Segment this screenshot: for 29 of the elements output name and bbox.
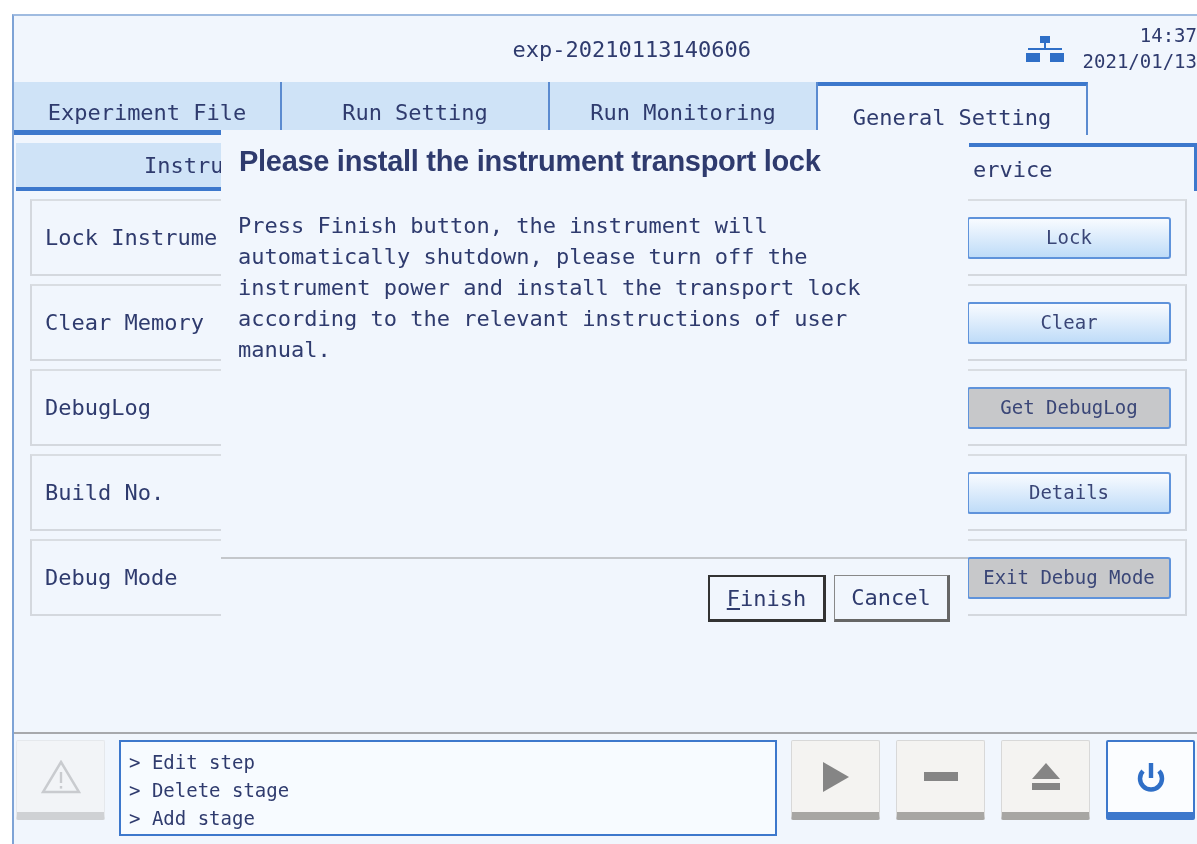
tab[interactable]: ervice bbox=[969, 143, 1197, 191]
log-entry: > Delete stage bbox=[129, 778, 291, 803]
setting-label: DebugLog bbox=[44, 394, 152, 422]
setting-label: Debug Mode bbox=[44, 564, 179, 592]
setting-button[interactable]: Lock bbox=[967, 216, 1171, 259]
log-entry: > Edit step bbox=[129, 750, 256, 775]
log-entry: > Add stage bbox=[129, 806, 256, 831]
dialog-message: Press Finish button, the instrument will automatically shutdown, please turn off the instrument power and install the transport lock according to the relevant instructions of user manual. bbox=[237, 211, 862, 364]
setting-button[interactable]: Details bbox=[967, 471, 1171, 514]
power-icon bbox=[1136, 762, 1165, 792]
window-title: exp-20210113140606 bbox=[512, 35, 751, 64]
tab[interactable]: Instru bbox=[16, 143, 221, 191]
warning-icon bbox=[40, 759, 81, 794]
dialog-button[interactable]: Cancel bbox=[834, 575, 950, 622]
eject-icon bbox=[1031, 763, 1060, 790]
play-icon bbox=[822, 761, 849, 792]
stop-icon bbox=[923, 772, 958, 781]
network-icon bbox=[1024, 35, 1065, 63]
tab[interactable]: General Setting bbox=[818, 82, 1088, 135]
tab[interactable]: Experiment File bbox=[14, 82, 282, 135]
setting-button[interactable]: Clear bbox=[967, 301, 1171, 344]
clock-time: 14:37 bbox=[1138, 23, 1197, 49]
dialog-title: Please install the instrument transport lock bbox=[238, 144, 822, 179]
dialog-button[interactable]: Finish bbox=[708, 575, 826, 622]
setting-label: Clear Memory bbox=[44, 309, 205, 337]
setting-label: Build No. bbox=[44, 479, 166, 507]
clock-date: 2021/01/13 bbox=[1082, 49, 1197, 74]
toolbar-button[interactable] bbox=[1106, 740, 1195, 820]
setting-label: Lock Instrume bbox=[44, 224, 219, 252]
